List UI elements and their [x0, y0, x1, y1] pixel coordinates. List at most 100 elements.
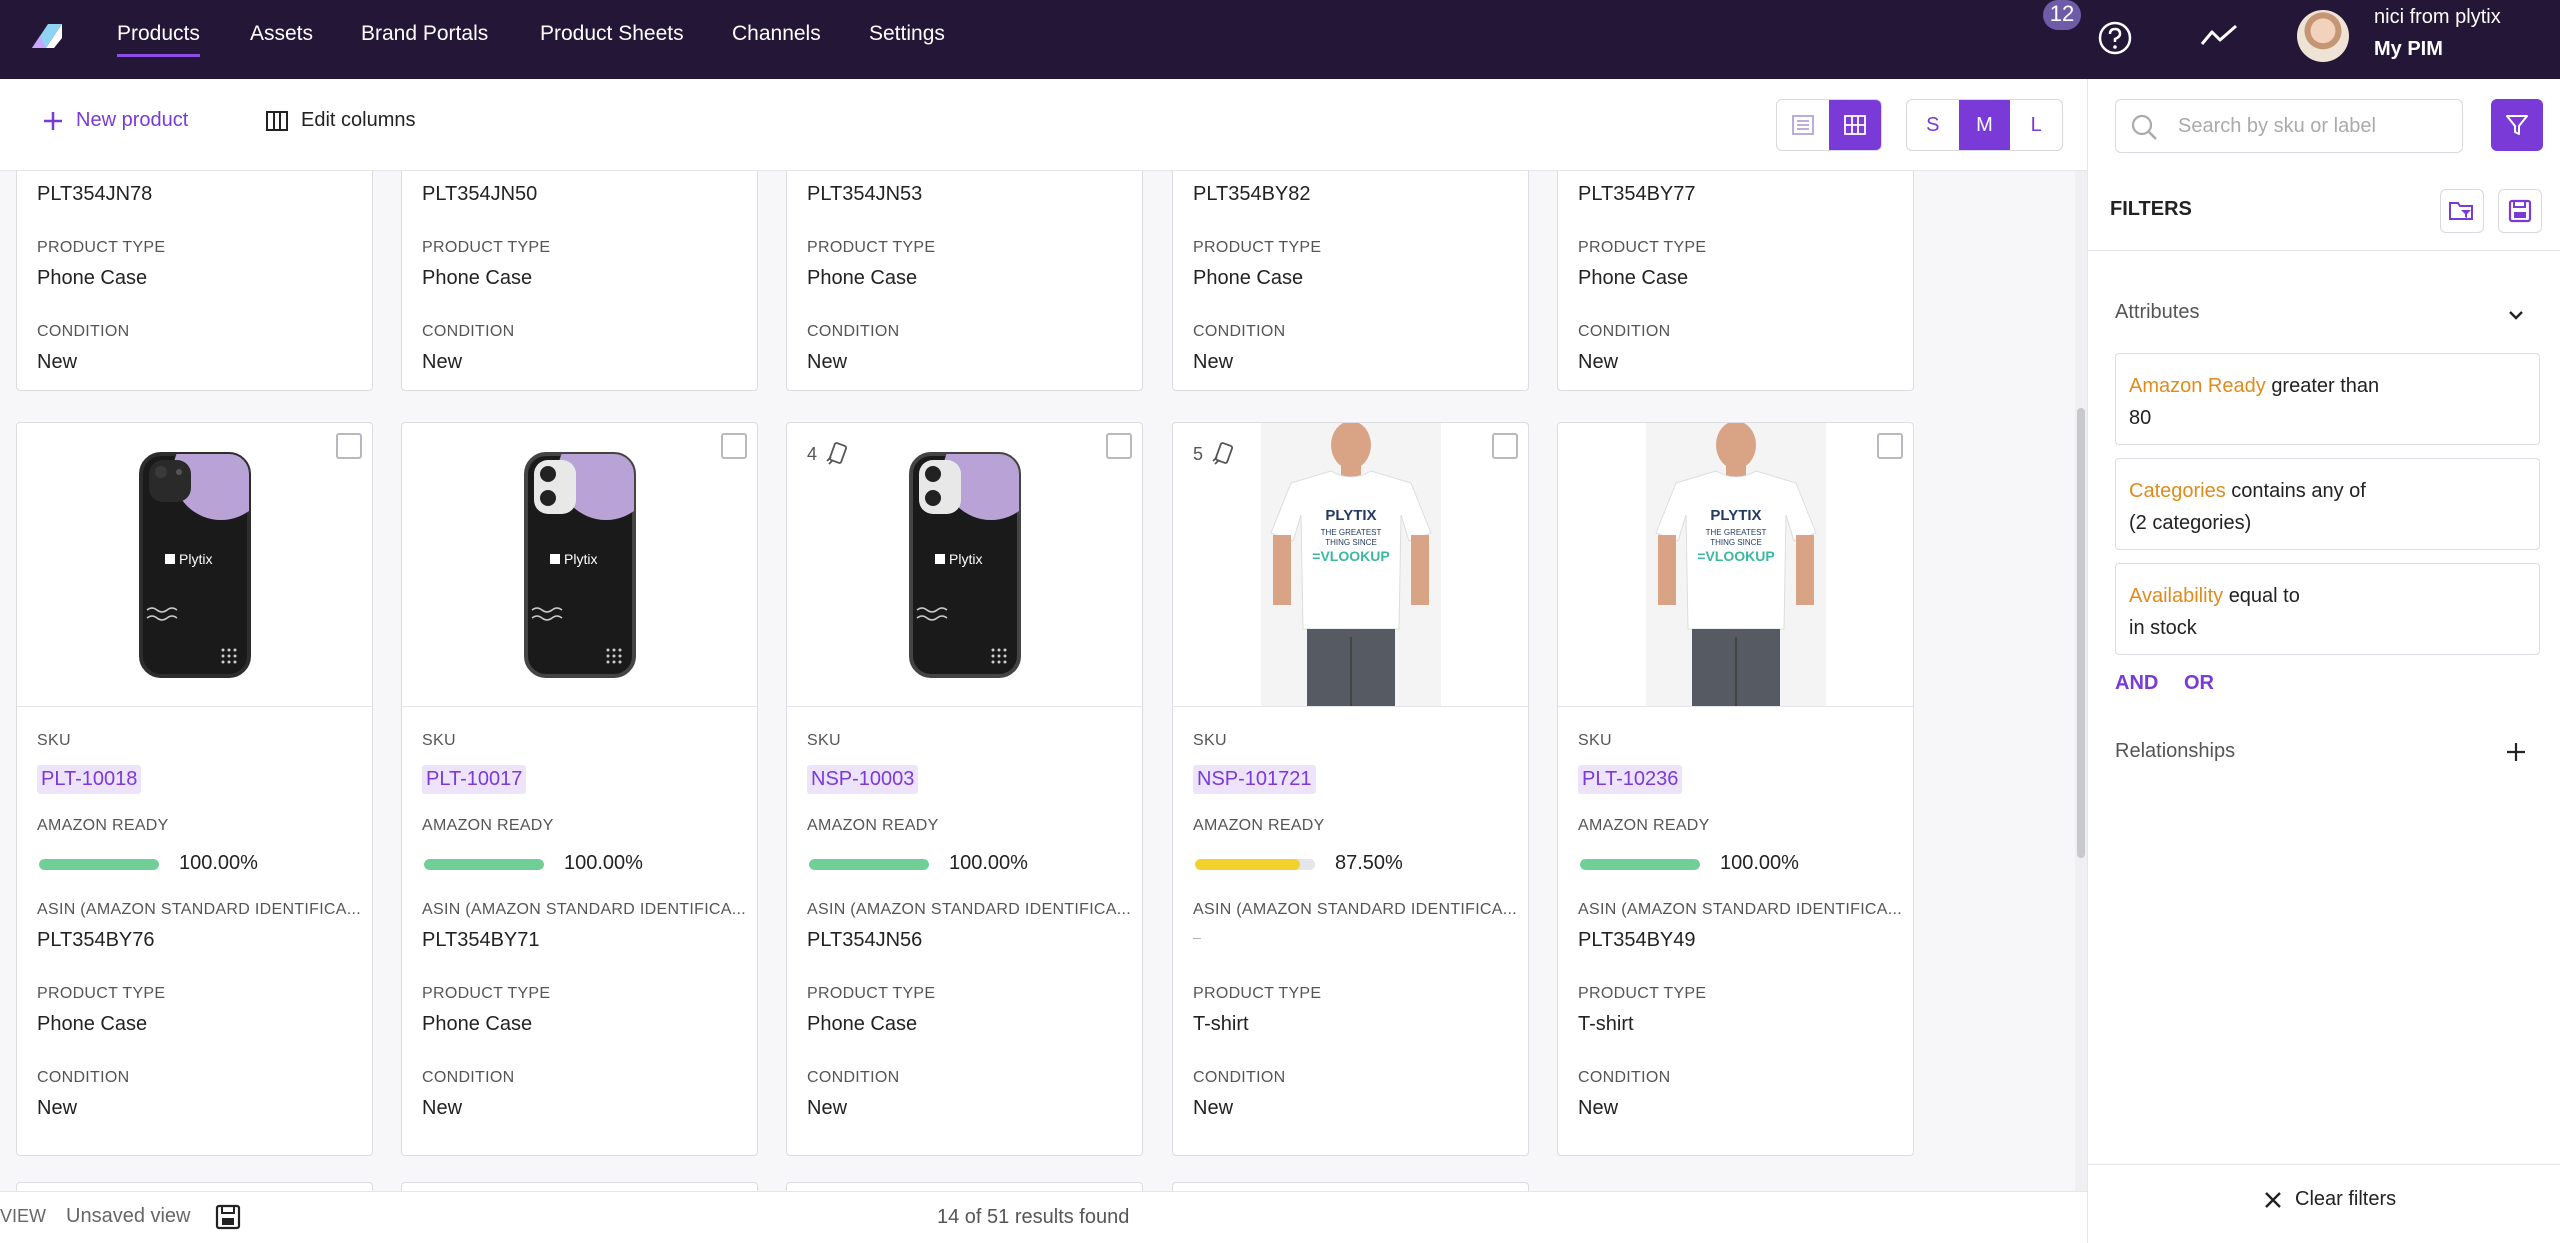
user-avatar[interactable]: [2297, 10, 2349, 62]
asin-value: PLT354BY82: [1193, 183, 1311, 205]
amazon-ready-fill: [809, 859, 929, 870]
svg-text:THING SINCE: THING SINCE: [1325, 538, 1377, 547]
product-card[interactable]: Plytix 4 SKU NSP-10003 AMAZON READY 100.…: [786, 422, 1143, 1156]
product-card[interactable]: [786, 1182, 1143, 1191]
sku-value[interactable]: PLT-10236: [1578, 765, 1683, 794]
asin-value: PLT354BY49: [1578, 929, 1696, 951]
product-type-value: Phone Case: [807, 267, 918, 289]
product-card[interactable]: PLYTIX THE GREATEST THING SINCE =VLOOKUP…: [1172, 422, 1529, 1156]
current-view-name[interactable]: Unsaved view: [66, 1205, 191, 1228]
product-image[interactable]: Plytix: [402, 423, 757, 707]
chevron-down-icon[interactable]: [2505, 304, 2527, 326]
edit-columns-button[interactable]: Edit columns: [265, 109, 416, 132]
nav-products[interactable]: Products: [117, 22, 200, 57]
select-checkbox[interactable]: [1877, 433, 1903, 459]
nav-assets[interactable]: Assets: [250, 22, 313, 46]
product-card[interactable]: PLT354BY77 PRODUCT TYPE Phone Case CONDI…: [1557, 171, 1914, 391]
product-image[interactable]: PLYTIX THE GREATEST THING SINCE =VLOOKUP: [1558, 423, 1913, 707]
activity-icon[interactable]: [2200, 22, 2238, 50]
filter-toggle-button[interactable]: [2491, 99, 2543, 151]
filter-condition[interactable]: Availability equal to in stock: [2115, 563, 2540, 655]
asin-label: ASIN (AMAZON STANDARD IDENTIFICA...: [422, 901, 746, 918]
product-card[interactable]: PLT354JN78 PRODUCT TYPE Phone Case CONDI…: [16, 171, 373, 391]
product-card[interactable]: PLYTIX THE GREATEST THING SINCE =VLOOKUP…: [1557, 422, 1914, 1156]
sku-value[interactable]: PLT-10017: [422, 765, 527, 794]
amazon-ready-label: AMAZON READY: [1578, 817, 1710, 834]
sku-value[interactable]: NSP-101721: [1193, 765, 1316, 794]
size-m-button[interactable]: M: [1958, 100, 2011, 150]
save-filter-button[interactable]: [2498, 189, 2542, 233]
product-card[interactable]: [401, 1182, 758, 1191]
condition-value: New: [1578, 351, 1619, 373]
filter-condition[interactable]: Categories contains any of (2 categories…: [2115, 458, 2540, 550]
results-count: 14 of 51 results found: [937, 1206, 1130, 1228]
sku-value[interactable]: NSP-10003: [807, 765, 919, 794]
select-checkbox[interactable]: [1492, 433, 1518, 459]
condition-label: CONDITION: [807, 323, 900, 340]
nav-product-sheets[interactable]: Product Sheets: [540, 22, 684, 46]
plus-icon[interactable]: [2505, 741, 2527, 763]
product-card[interactable]: PLT354JN53 PRODUCT TYPE Phone Case CONDI…: [786, 171, 1143, 391]
amazon-ready-label: AMAZON READY: [1193, 817, 1325, 834]
nav-brand-portals[interactable]: Brand Portals: [361, 22, 488, 46]
search-input[interactable]: [2178, 112, 2448, 140]
amazon-ready-value: 100.00%: [179, 852, 258, 874]
condition-label: CONDITION: [1578, 1069, 1671, 1086]
and-button[interactable]: AND: [2115, 672, 2158, 695]
select-checkbox[interactable]: [336, 433, 362, 459]
condition-value: New: [1193, 351, 1234, 373]
nav-channels[interactable]: Channels: [732, 22, 821, 46]
product-card[interactable]: PLT354JN50 PRODUCT TYPE Phone Case CONDI…: [401, 171, 758, 391]
clear-filters-label: Clear filters: [2295, 1188, 2397, 1210]
condition-value: New: [807, 1097, 848, 1119]
select-checkbox[interactable]: [1106, 433, 1132, 459]
amazon-ready-fill: [1580, 859, 1700, 870]
variant-count[interactable]: 5: [1193, 441, 1235, 467]
size-s-button[interactable]: S: [1907, 100, 1959, 150]
size-l-button[interactable]: L: [2010, 100, 2062, 150]
condition-value: New: [1193, 1097, 1234, 1119]
asin-label: ASIN (AMAZON STANDARD IDENTIFICA...: [807, 901, 1131, 918]
attributes-section-toggle[interactable]: Attributes: [2115, 301, 2199, 324]
condition-label: CONDITION: [807, 1069, 900, 1086]
help-icon[interactable]: [2097, 20, 2133, 56]
amazon-ready-fill: [39, 859, 159, 870]
select-checkbox[interactable]: [721, 433, 747, 459]
amazon-ready-bar: [424, 859, 544, 870]
sku-value[interactable]: PLT-10018: [37, 765, 142, 794]
save-view-icon[interactable]: [215, 1204, 241, 1230]
product-card[interactable]: [1172, 1182, 1529, 1191]
product-card[interactable]: Plytix SKU PLT-10017 AMAZON READY 100.00…: [401, 422, 758, 1156]
nav-settings[interactable]: Settings: [869, 22, 945, 46]
product-card[interactable]: PLT354BY82 PRODUCT TYPE Phone Case CONDI…: [1172, 171, 1529, 391]
asin-value: PLT354JN78: [37, 183, 153, 205]
grid-scroll-thumb[interactable]: [2077, 408, 2085, 858]
relationships-section[interactable]: Relationships: [2115, 740, 2235, 763]
filter-condition[interactable]: Amazon Ready greater than 80: [2115, 353, 2540, 445]
user-name[interactable]: nici from plytix: [2374, 6, 2501, 29]
amazon-ready-label: AMAZON READY: [37, 817, 169, 834]
clear-filters-button[interactable]: Clear filters: [2263, 1188, 2396, 1211]
grid-view-button[interactable]: [1829, 100, 1881, 150]
filter-operator: contains any of: [2231, 480, 2366, 502]
phone-brand-text: Plytix: [949, 551, 982, 567]
product-card[interactable]: [16, 1182, 373, 1191]
variant-count-value: 5: [1193, 443, 1204, 464]
condition-label: CONDITION: [422, 323, 515, 340]
or-button[interactable]: OR: [2184, 672, 2214, 695]
product-card[interactable]: Plytix SKU PLT-10018 AMAZON READY 100.00…: [16, 422, 373, 1156]
product-image[interactable]: Plytix: [17, 423, 372, 707]
plytix-logo[interactable]: [28, 20, 66, 52]
filters-panel: FILTERS Attributes Amazon Ready greater …: [2087, 79, 2560, 1243]
notification-badge[interactable]: 12: [2043, 0, 2081, 30]
sku-label: SKU: [1578, 732, 1612, 749]
product-type-label: PRODUCT TYPE: [1578, 985, 1707, 1002]
asin-value: PLT354JN53: [807, 183, 923, 205]
load-filter-button[interactable]: [2440, 189, 2484, 233]
variant-count[interactable]: 4: [807, 441, 849, 467]
asin-value: PLT354BY76: [37, 929, 155, 951]
new-product-button[interactable]: New product: [42, 109, 188, 132]
account-name[interactable]: My PIM: [2374, 38, 2443, 61]
svg-text:THE GREATEST: THE GREATEST: [1320, 528, 1381, 537]
list-view-button[interactable]: [1777, 100, 1829, 150]
